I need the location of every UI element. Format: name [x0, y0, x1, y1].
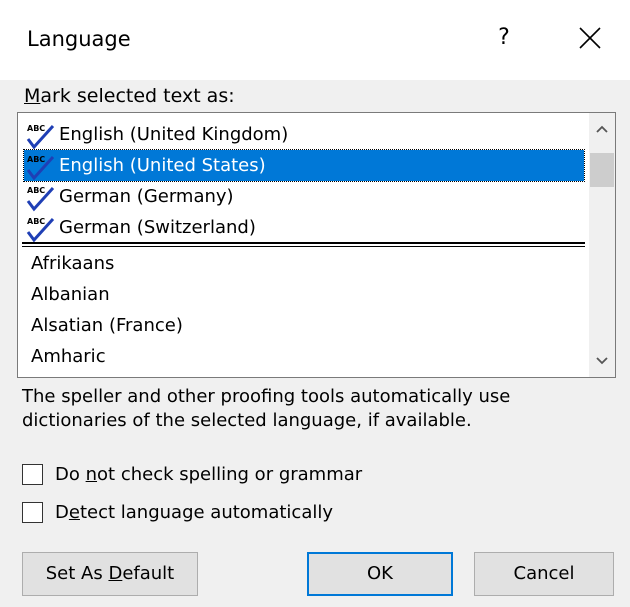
scroll-thumb[interactable] [590, 153, 614, 187]
do-not-check-spelling-checkbox[interactable] [22, 464, 43, 485]
list-item-label: Alsatian (France) [31, 315, 183, 336]
list-item-label: Amharic [31, 346, 106, 367]
chevron-down-icon [596, 357, 608, 365]
dialog-title: Language [27, 27, 131, 51]
list-separator [22, 242, 585, 244]
list-label: Mark selected text as: [24, 85, 235, 107]
abc-spellcheck-icon: ABC [26, 217, 55, 243]
list-item-label: English (United Kingdom) [59, 124, 289, 145]
svg-text:ABC: ABC [27, 124, 45, 133]
language-dialog: Language ? Mark selected text as: ABC En… [0, 0, 630, 607]
scroll-down-button[interactable] [589, 347, 615, 375]
list-scrollbar[interactable] [589, 113, 615, 377]
list-item[interactable]: ABC German (Germany) [18, 181, 588, 212]
list-item-selected[interactable]: ABC English (United States) [18, 149, 588, 182]
abc-spellcheck-icon: ABC [26, 124, 55, 150]
list-item[interactable]: Afrikaans [18, 248, 588, 279]
cancel-button[interactable]: Cancel [474, 552, 614, 596]
set-as-default-button[interactable]: Set As Default [22, 552, 198, 596]
list-item-label: Afrikaans [31, 253, 115, 274]
list-item-label: German (Switzerland) [59, 217, 256, 238]
list-separator [22, 246, 585, 247]
list-item[interactable]: Amharic [18, 341, 588, 372]
abc-spellcheck-icon: ABC [26, 155, 55, 181]
abc-spellcheck-icon: ABC [26, 186, 55, 212]
language-listbox[interactable]: ABC English (United Kingdom) ABC English… [17, 112, 616, 378]
do-not-check-spelling-option[interactable]: Do not check spelling or grammar [22, 462, 422, 490]
list-item[interactable]: Albanian [18, 279, 588, 310]
detect-language-label: Detect language automatically [55, 502, 333, 523]
list-item-label: Albanian [31, 284, 110, 305]
detect-language-checkbox[interactable] [22, 502, 43, 523]
list-item[interactable]: ABC English (United Kingdom) [18, 119, 588, 150]
chevron-up-icon [596, 125, 608, 133]
ok-button[interactable]: OK [307, 552, 453, 596]
svg-text:ABC: ABC [27, 186, 45, 195]
svg-text:ABC: ABC [27, 217, 45, 226]
list-item-label: English (United States) [59, 155, 266, 176]
close-button[interactable] [568, 16, 612, 60]
description-text: The speller and other proofing tools aut… [22, 386, 511, 431]
detect-language-option[interactable]: Detect language automatically [22, 500, 422, 528]
list-item[interactable]: Alsatian (France) [18, 310, 588, 341]
list-item-label: German (Germany) [59, 186, 234, 207]
title-bar: Language ? [0, 0, 630, 80]
do-not-check-spelling-label: Do not check spelling or grammar [55, 464, 363, 485]
help-button[interactable]: ? [484, 18, 524, 58]
scroll-up-button[interactable] [589, 115, 615, 143]
close-icon [579, 27, 601, 49]
list-item[interactable]: ABC German (Switzerland) [18, 212, 588, 243]
svg-text:ABC: ABC [27, 155, 45, 164]
